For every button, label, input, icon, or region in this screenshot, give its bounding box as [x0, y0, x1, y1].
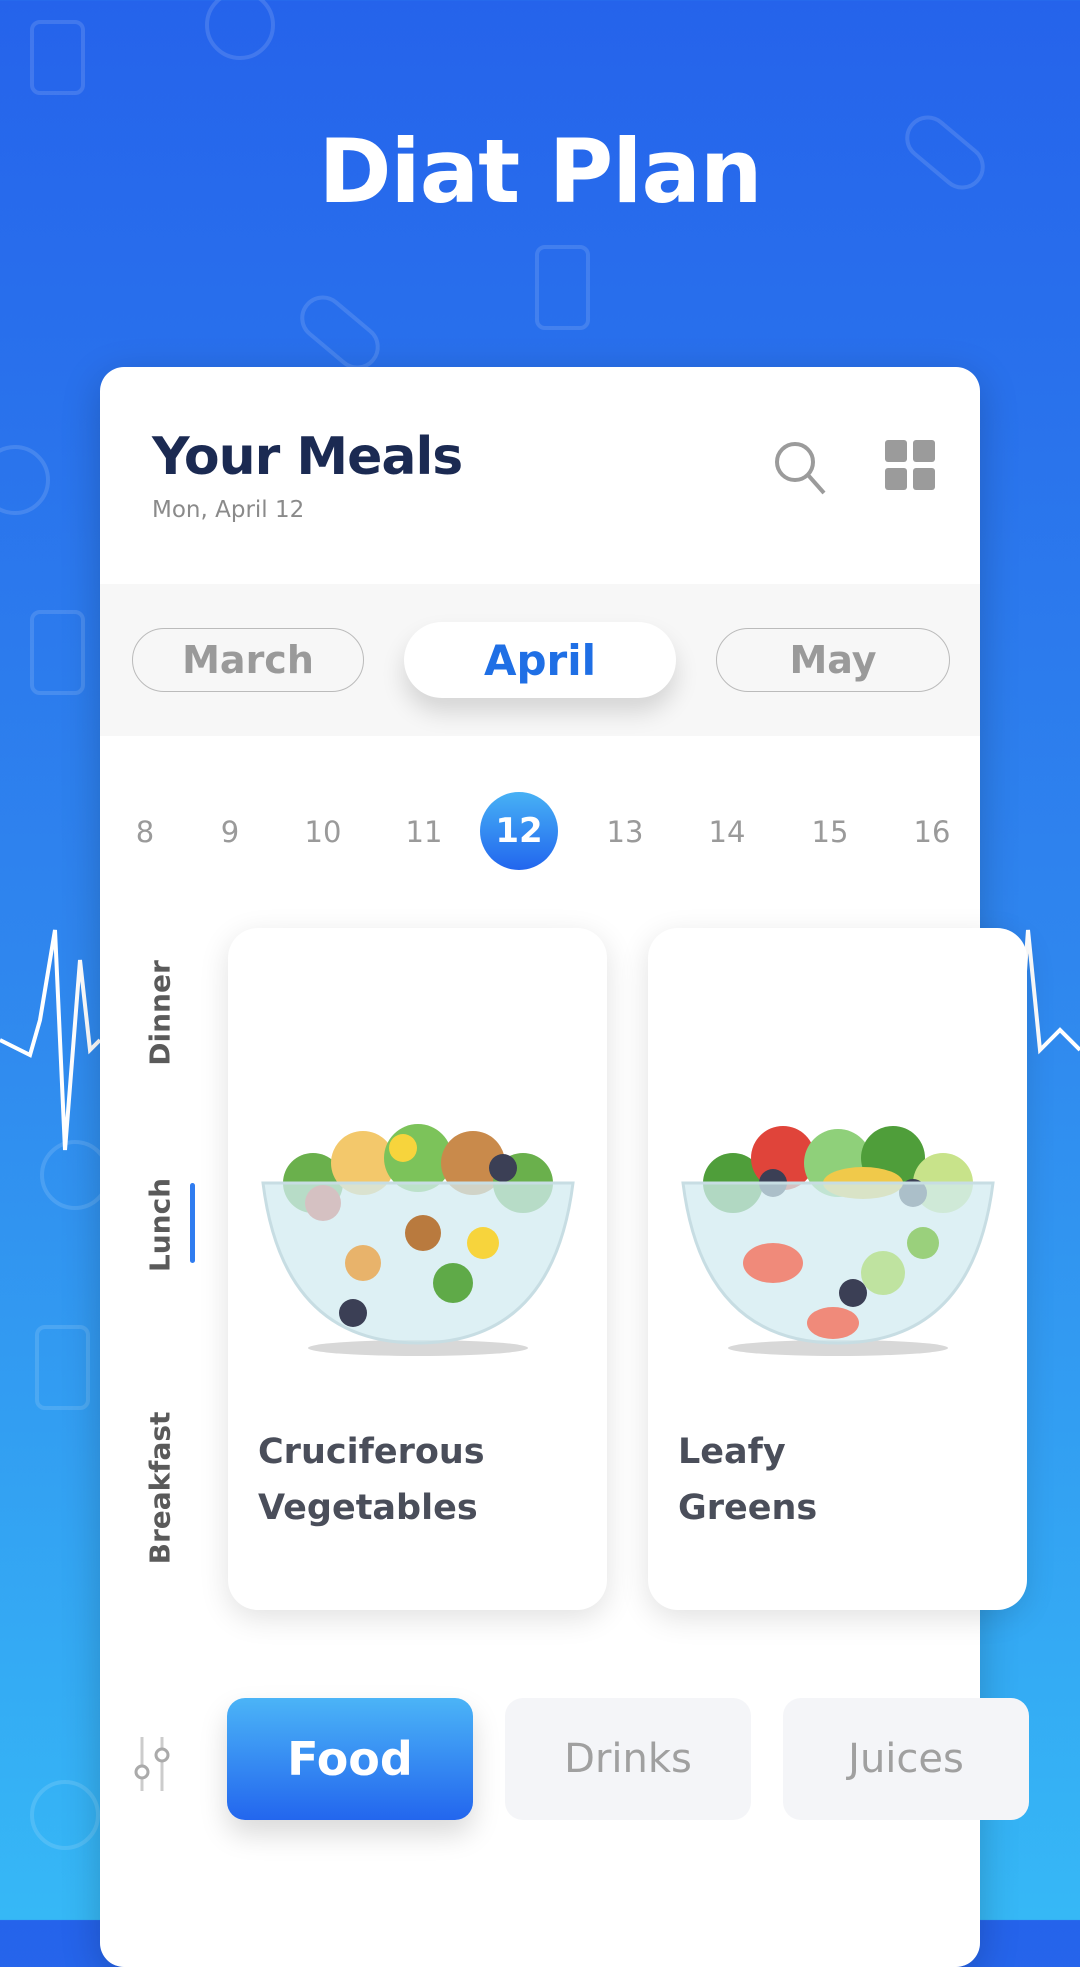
decor-bottle-icon — [35, 1325, 90, 1410]
decor-cross-icon — [30, 1780, 100, 1850]
meal-name: Leafy Greens — [678, 1424, 817, 1536]
meal-name-line1: Leafy — [678, 1432, 786, 1472]
day-11[interactable]: 11 — [384, 809, 464, 855]
meal-name: Cruciferous Vegetables — [258, 1424, 485, 1536]
day-8[interactable]: 8 — [105, 809, 185, 855]
category-juices[interactable]: Juices — [783, 1698, 1029, 1820]
decor-bottle-icon — [30, 610, 85, 695]
day-15[interactable]: 15 — [790, 809, 870, 855]
day-10[interactable]: 10 — [283, 809, 363, 855]
decor-bottle-icon — [535, 245, 590, 330]
day-14[interactable]: 14 — [687, 809, 767, 855]
meal-name-line2: Vegetables — [258, 1488, 478, 1528]
filter-sliders-icon[interactable] — [130, 1737, 174, 1791]
meal-name-line1: Cruciferous — [258, 1432, 485, 1472]
salad-bowl-image — [261, 1124, 575, 1356]
day-13[interactable]: 13 — [585, 809, 665, 855]
active-tab-indicator — [190, 1183, 195, 1263]
decor-bottle-icon — [30, 20, 85, 95]
search-icon[interactable] — [772, 439, 828, 495]
category-drinks[interactable]: Drinks — [505, 1698, 751, 1820]
category-food[interactable]: Food — [227, 1698, 473, 1820]
decor-cross-icon — [205, 0, 275, 60]
tab-breakfast[interactable]: Breakfast — [144, 1412, 177, 1565]
meals-card: Your Meals Mon, April 12 March April May… — [100, 367, 1029, 1967]
meal-name-line2: Greens — [678, 1488, 818, 1528]
grid-icon[interactable] — [885, 440, 935, 490]
day-9[interactable]: 9 — [190, 809, 270, 855]
month-may[interactable]: May — [716, 628, 950, 692]
decor-pill-icon — [291, 286, 389, 379]
app-title: Diat Plan — [318, 120, 763, 223]
salad-bowl-image — [681, 1126, 995, 1356]
current-date: Mon, April 12 — [152, 497, 305, 523]
decor-cross-icon — [0, 445, 50, 515]
day-16[interactable]: 16 — [892, 809, 972, 855]
day-12-selected[interactable]: 12 — [480, 792, 558, 870]
meal-card-cruciferous[interactable]: Cruciferous Vegetables — [228, 928, 607, 1610]
month-selector: March April May — [100, 584, 980, 736]
month-april[interactable]: April — [404, 622, 676, 698]
meal-card-leafy-greens[interactable]: Leafy Greens — [648, 928, 1027, 1610]
tab-dinner[interactable]: Dinner — [144, 960, 177, 1066]
tab-lunch[interactable]: Lunch — [144, 1178, 177, 1272]
page-title: Your Meals — [152, 427, 463, 487]
month-march[interactable]: March — [132, 628, 364, 692]
